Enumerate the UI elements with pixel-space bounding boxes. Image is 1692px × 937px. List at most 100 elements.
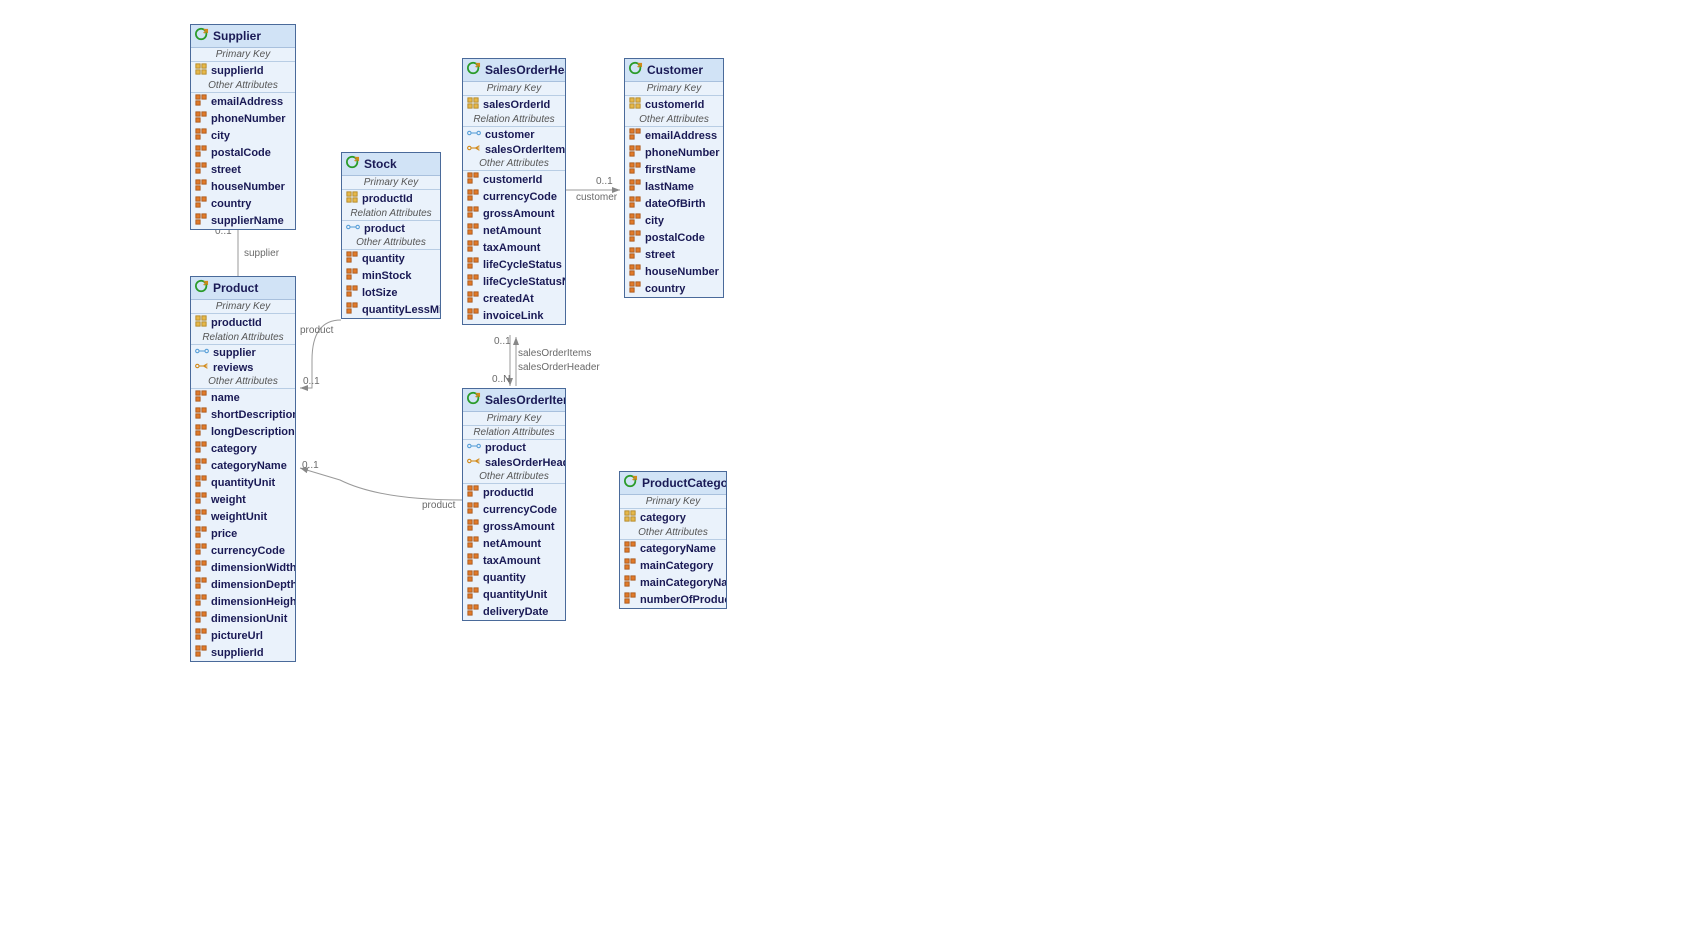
attribute-row[interactable]: invoiceLink <box>463 307 565 324</box>
attribute-row[interactable]: currencyCode <box>191 542 295 559</box>
entity-supplier[interactable]: SupplierPrimary KeysupplierIdOther Attri… <box>190 24 296 230</box>
entity-header[interactable]: SalesOrderHea... <box>463 59 565 82</box>
attribute-row[interactable]: houseNumber <box>625 263 723 280</box>
entity-header[interactable]: ProductCategory <box>620 472 726 495</box>
attribute-row[interactable]: netAmount <box>463 222 565 239</box>
entity-title: Stock <box>364 157 397 171</box>
attribute-row[interactable]: dimensionHeight <box>191 593 295 610</box>
attribute-icon <box>629 128 641 143</box>
attribute-row[interactable]: supplier <box>191 345 295 360</box>
attribute-row[interactable]: lotSize <box>342 284 440 301</box>
attribute-row[interactable]: quantityUnit <box>463 586 565 603</box>
attribute-row[interactable]: lastName <box>625 178 723 195</box>
entity-header[interactable]: Customer <box>625 59 723 82</box>
entity-icon <box>195 27 209 44</box>
attribute-row[interactable]: supplierId <box>191 62 295 79</box>
attribute-icon <box>195 441 207 456</box>
entity-header[interactable]: Product <box>191 277 295 300</box>
attribute-row[interactable]: minStock <box>342 267 440 284</box>
attribute-row[interactable]: currencyCode <box>463 501 565 518</box>
attribute-row[interactable]: city <box>191 127 295 144</box>
attribute-row[interactable]: firstName <box>625 161 723 178</box>
attribute-row[interactable]: salesOrderId <box>463 96 565 113</box>
entity-header[interactable]: Stock <box>342 153 440 176</box>
attribute-row[interactable]: quantityUnit <box>191 474 295 491</box>
attribute-row[interactable]: quantity <box>342 250 440 267</box>
attribute-row[interactable]: country <box>625 280 723 297</box>
attribute-row[interactable]: supplierName <box>191 212 295 229</box>
section-other-attributes: Other Attributes <box>463 470 565 484</box>
attribute-row[interactable]: categoryName <box>191 457 295 474</box>
attribute-row[interactable]: postalCode <box>625 229 723 246</box>
attribute-row[interactable]: netAmount <box>463 535 565 552</box>
attribute-name: mainCategoryName <box>640 577 726 589</box>
attribute-row[interactable]: houseNumber <box>191 178 295 195</box>
attribute-name: shortDescription <box>211 409 295 421</box>
attribute-row[interactable]: product <box>342 221 440 236</box>
attribute-row[interactable]: lifeCycleStatusN... <box>463 273 565 290</box>
attribute-name: customerId <box>645 99 704 111</box>
attribute-row[interactable]: grossAmount <box>463 518 565 535</box>
entity-stock[interactable]: StockPrimary KeyproductIdRelation Attrib… <box>341 152 441 319</box>
entity-customer[interactable]: CustomerPrimary KeycustomerIdOther Attri… <box>624 58 724 298</box>
attribute-row[interactable]: createdAt <box>463 290 565 307</box>
attribute-row[interactable]: supplierId <box>191 644 295 661</box>
attribute-row[interactable]: customer <box>463 127 565 142</box>
attribute-row[interactable]: taxAmount <box>463 552 565 569</box>
attribute-icon <box>195 162 207 177</box>
attribute-row[interactable]: dimensionWidth <box>191 559 295 576</box>
attribute-row[interactable]: quantityLessMin <box>342 301 440 318</box>
attribute-row[interactable]: category <box>191 440 295 457</box>
attribute-row[interactable]: product <box>463 440 565 455</box>
attribute-row[interactable]: shortDescription <box>191 406 295 423</box>
attribute-row[interactable]: salesOrderItems <box>463 142 565 157</box>
attribute-row[interactable]: phoneNumber <box>191 110 295 127</box>
attribute-row[interactable]: quantity <box>463 569 565 586</box>
attribute-row[interactable]: country <box>191 195 295 212</box>
entity-icon <box>346 155 360 172</box>
attribute-row[interactable]: customerId <box>625 96 723 113</box>
attribute-row[interactable]: street <box>625 246 723 263</box>
attribute-row[interactable]: taxAmount <box>463 239 565 256</box>
entity-productCategory[interactable]: ProductCategoryPrimary KeycategoryOther … <box>619 471 727 609</box>
attribute-icon <box>195 526 207 541</box>
attribute-row[interactable]: dimensionUnit <box>191 610 295 627</box>
attribute-row[interactable]: productId <box>191 314 295 331</box>
attribute-row[interactable]: customerId <box>463 171 565 188</box>
attribute-row[interactable]: grossAmount <box>463 205 565 222</box>
attribute-row[interactable]: postalCode <box>191 144 295 161</box>
attribute-row[interactable]: weight <box>191 491 295 508</box>
attribute-row[interactable]: emailAddress <box>625 127 723 144</box>
attribute-row[interactable]: lifeCycleStatus <box>463 256 565 273</box>
attribute-row[interactable]: emailAddress <box>191 93 295 110</box>
attribute-row[interactable]: dimensionDepth <box>191 576 295 593</box>
entity-salesOrderItem[interactable]: SalesOrderItemPrimary KeyRelation Attrib… <box>462 388 566 621</box>
entity-header[interactable]: SalesOrderItem <box>463 389 565 412</box>
entity-salesOrderHeader[interactable]: SalesOrderHea...Primary KeysalesOrderIdR… <box>462 58 566 325</box>
attribute-row[interactable]: category <box>620 509 726 526</box>
attribute-row[interactable]: name <box>191 389 295 406</box>
entity-product[interactable]: ProductPrimary KeyproductIdRelation Attr… <box>190 276 296 662</box>
attribute-row[interactable]: deliveryDate <box>463 603 565 620</box>
attribute-row[interactable]: productId <box>342 190 440 207</box>
attribute-row[interactable]: weightUnit <box>191 508 295 525</box>
attribute-row[interactable]: categoryName <box>620 540 726 557</box>
attribute-row[interactable]: productId <box>463 484 565 501</box>
attribute-row[interactable]: mainCategory <box>620 557 726 574</box>
attribute-row[interactable]: pictureUrl <box>191 627 295 644</box>
entity-header[interactable]: Supplier <box>191 25 295 48</box>
attribute-row[interactable]: street <box>191 161 295 178</box>
attribute-row[interactable]: currencyCode <box>463 188 565 205</box>
attribute-row[interactable]: city <box>625 212 723 229</box>
attribute-row[interactable]: mainCategoryName <box>620 574 726 591</box>
attribute-name: deliveryDate <box>483 606 548 618</box>
attribute-row[interactable]: numberOfProducts <box>620 591 726 608</box>
edge-name: product <box>300 325 333 336</box>
attribute-row[interactable]: longDescription <box>191 423 295 440</box>
attribute-row[interactable]: dateOfBirth <box>625 195 723 212</box>
entity-icon <box>467 391 481 408</box>
attribute-row[interactable]: salesOrderHead... <box>463 455 565 470</box>
attribute-row[interactable]: price <box>191 525 295 542</box>
attribute-row[interactable]: reviews <box>191 360 295 375</box>
attribute-row[interactable]: phoneNumber <box>625 144 723 161</box>
